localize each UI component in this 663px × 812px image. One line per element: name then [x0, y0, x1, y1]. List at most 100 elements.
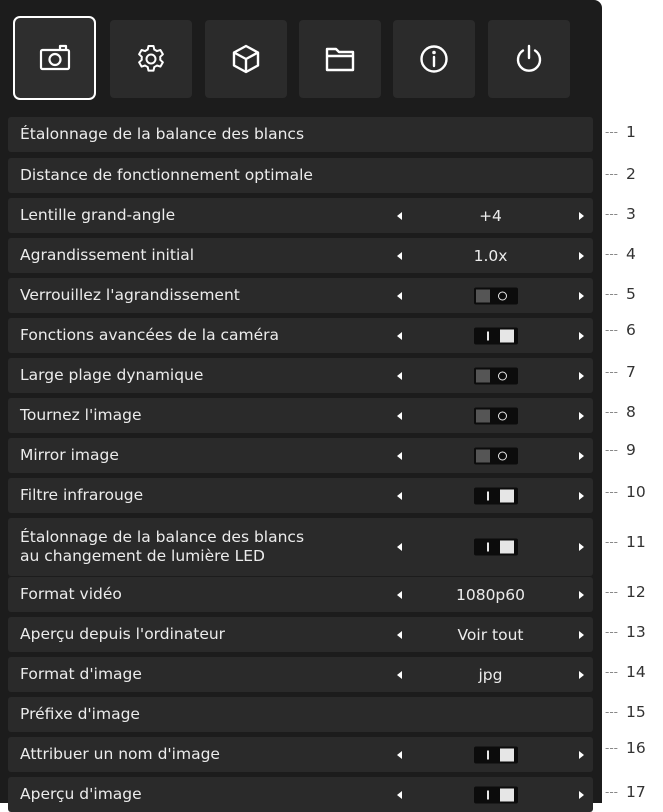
arrow-right-icon[interactable]	[579, 750, 584, 759]
callout-leader-line: ---	[605, 785, 618, 799]
arrow-left-icon[interactable]	[397, 790, 402, 799]
callout-leader-line: ---	[605, 665, 618, 679]
settings-row-label: Distance de fonctionnement optimale	[20, 166, 313, 184]
settings-row[interactable]: Aperçu depuis l'ordinateur Voir tout	[8, 617, 593, 652]
arrow-left-icon[interactable]	[397, 291, 402, 300]
toggle-knob	[500, 489, 514, 502]
callout-label: --- 15	[605, 700, 646, 724]
arrow-left-icon[interactable]	[397, 543, 402, 551]
toggle-switch[interactable]	[474, 367, 518, 384]
toggle-switch[interactable]	[474, 746, 518, 763]
tab-camera[interactable]	[13, 16, 96, 100]
arrow-right-icon[interactable]	[579, 590, 584, 599]
settings-row[interactable]: Format d'image jpg	[8, 657, 593, 692]
tab-bar	[0, 0, 602, 112]
arrow-right-icon[interactable]	[579, 630, 584, 639]
settings-row[interactable]: Format vidéo 1080p60	[8, 577, 593, 612]
callout-label: --- 17	[605, 780, 646, 804]
callout-number: 12	[626, 583, 646, 601]
arrow-right-icon[interactable]	[579, 670, 584, 679]
setting-value: jpg	[478, 665, 503, 684]
settings-row[interactable]: Étalonnage de la balance des blancs au c…	[8, 518, 593, 576]
arrow-left-icon[interactable]	[397, 331, 402, 340]
toggle-on-mark-icon	[487, 491, 489, 500]
settings-row[interactable]: Large plage dynamique	[8, 358, 593, 393]
settings-row-label: Aperçu depuis l'ordinateur	[20, 625, 226, 643]
settings-row-label: Filtre infrarouge	[20, 486, 144, 504]
settings-row-label: Attribuer un nom d'image	[20, 745, 220, 763]
callout-number: 17	[626, 783, 646, 801]
settings-row[interactable]: Étalonnage de la balance des blancs	[8, 117, 593, 152]
settings-row[interactable]: Préfixe d'image	[8, 697, 593, 732]
toggle-knob	[500, 788, 514, 801]
arrow-left-icon[interactable]	[397, 670, 402, 679]
callout-leader-line: ---	[605, 625, 618, 639]
settings-row[interactable]: Filtre infrarouge	[8, 478, 593, 513]
settings-row[interactable]: Mirror image	[8, 438, 593, 473]
arrow-left-icon[interactable]	[397, 371, 402, 380]
callout-number: 16	[626, 739, 646, 757]
callout-leader-line: ---	[605, 443, 618, 457]
tab-files[interactable]	[299, 20, 381, 98]
arrow-left-icon[interactable]	[397, 491, 402, 500]
toggle-switch[interactable]	[474, 447, 518, 464]
tab-info[interactable]	[393, 20, 475, 98]
arrow-right-icon[interactable]	[579, 411, 584, 420]
arrow-right-icon[interactable]	[579, 251, 584, 260]
arrow-left-icon[interactable]	[397, 251, 402, 260]
toggle-knob	[500, 540, 514, 554]
toggle-switch[interactable]	[474, 407, 518, 424]
arrow-left-icon[interactable]	[397, 750, 402, 759]
callout-number: 15	[626, 703, 646, 721]
toggle-on-mark-icon	[487, 750, 489, 759]
settings-row[interactable]: Agrandissement initial 1.0x	[8, 238, 593, 273]
settings-row-label: Format vidéo	[20, 585, 122, 603]
callout-leader-line: ---	[605, 247, 618, 261]
toggle-knob	[476, 449, 490, 462]
arrow-right-icon[interactable]	[579, 491, 584, 500]
callout-leader-line: ---	[605, 585, 618, 599]
settings-row[interactable]: Aperçu d'image	[8, 777, 593, 812]
callout-leader-line: ---	[605, 167, 618, 181]
arrow-left-icon[interactable]	[397, 211, 402, 220]
arrow-right-icon[interactable]	[579, 331, 584, 340]
callout-number: 5	[626, 285, 636, 303]
tab-settings[interactable]	[110, 20, 192, 98]
callout-label: --- 6	[605, 318, 636, 342]
toggle-switch[interactable]	[474, 538, 518, 556]
arrow-right-icon[interactable]	[579, 371, 584, 380]
settings-row[interactable]: Attribuer un nom d'image	[8, 737, 593, 772]
settings-row-label: Étalonnage de la balance des blancs	[20, 125, 305, 143]
callout-label: --- 13	[605, 620, 646, 644]
settings-row[interactable]: Tournez l'image	[8, 398, 593, 433]
setting-value: 1.0x	[473, 246, 508, 265]
arrow-right-icon[interactable]	[579, 543, 584, 551]
settings-row[interactable]: Lentille grand-angle +4	[8, 198, 593, 233]
settings-row[interactable]: Fonctions avancées de la caméra	[8, 318, 593, 353]
arrow-left-icon[interactable]	[397, 411, 402, 420]
callout-label: --- 9	[605, 438, 636, 462]
tab-power[interactable]	[488, 20, 570, 98]
settings-row[interactable]: Distance de fonctionnement optimale	[8, 158, 593, 193]
arrow-right-icon[interactable]	[579, 291, 584, 300]
arrow-right-icon[interactable]	[579, 790, 584, 799]
arrow-right-icon[interactable]	[579, 211, 584, 220]
toggle-switch[interactable]	[474, 287, 518, 304]
toggle-switch[interactable]	[474, 786, 518, 803]
callout-leader-line: ---	[605, 485, 618, 499]
callout-label: --- 10	[605, 480, 646, 504]
toggle-switch[interactable]	[474, 487, 518, 504]
arrow-left-icon[interactable]	[397, 630, 402, 639]
arrow-right-icon[interactable]	[579, 451, 584, 460]
arrow-left-icon[interactable]	[397, 451, 402, 460]
tab-3d[interactable]	[205, 20, 287, 98]
callout-number: 8	[626, 403, 636, 421]
settings-row-label: Lentille grand-angle	[20, 206, 176, 224]
callout-number: 10	[626, 483, 646, 501]
toggle-on-mark-icon	[487, 542, 489, 552]
toggle-switch[interactable]	[474, 327, 518, 344]
arrow-left-icon[interactable]	[397, 590, 402, 599]
toggle-on-mark-icon	[487, 331, 489, 340]
settings-row[interactable]: Verrouillez l'agrandissement	[8, 278, 593, 313]
callout-label: --- 14	[605, 660, 646, 684]
